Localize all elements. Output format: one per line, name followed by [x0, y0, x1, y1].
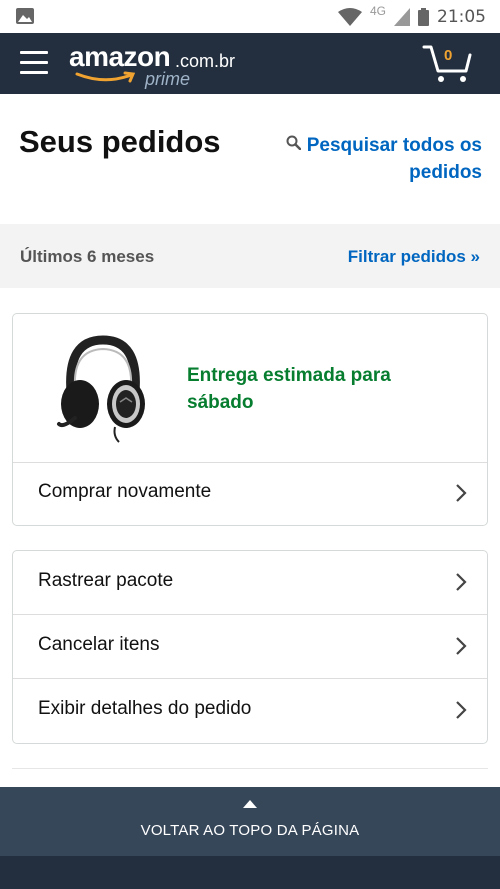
- buy-again-row[interactable]: Comprar novamente: [13, 462, 487, 525]
- footer-bar: [0, 856, 500, 889]
- status-bar: 4G 21:05: [0, 0, 500, 33]
- buy-again-label: Comprar novamente: [38, 481, 212, 502]
- order-details-row[interactable]: Exibir detalhes do pedido: [13, 679, 487, 742]
- delivery-status: Entrega estimada para sábado: [187, 365, 391, 413]
- battery-icon: [418, 7, 429, 26]
- amazon-prime-logo[interactable]: amazon .com.br prime: [69, 41, 249, 89]
- headset-product-image[interactable]: [53, 332, 153, 444]
- logo-prime: prime: [145, 69, 191, 89]
- page-title: Seus pedidos: [19, 124, 221, 159]
- chevron-right-icon: [456, 573, 467, 591]
- filter-orders-link[interactable]: Filtrar pedidos »: [348, 247, 480, 267]
- cancel-items-label: Cancelar itens: [38, 634, 160, 655]
- order-actions-card: Rastrear pacote Cancelar itens Exibir de…: [12, 550, 488, 744]
- filter-bar: Últimos 6 meses Filtrar pedidos »: [0, 224, 500, 288]
- network-type: 4G: [369, 3, 386, 18]
- chevron-right-icon: [456, 701, 467, 719]
- app-header: amazon .com.br prime 0: [0, 33, 500, 94]
- track-package-row[interactable]: Rastrear pacote: [13, 551, 487, 615]
- image-notification-icon: [16, 8, 34, 24]
- track-package-label: Rastrear pacote: [38, 570, 174, 591]
- smile-arrow-icon: [75, 71, 136, 83]
- signal-icon: [394, 7, 410, 26]
- chevron-right-icon: [456, 484, 467, 502]
- search-all-orders-link[interactable]: Pesquisar todos os pedidos: [277, 132, 482, 186]
- wifi-icon: [337, 7, 362, 26]
- back-to-top-label: VOLTAR AO TOPO DA PÁGINA: [140, 822, 360, 839]
- search-icon: [286, 135, 301, 150]
- cart-button[interactable]: 0: [422, 43, 474, 85]
- clock: 21:05: [437, 6, 486, 27]
- cancel-items-row[interactable]: Cancelar itens: [13, 615, 487, 679]
- search-all-label: Pesquisar todos os pedidos: [306, 135, 482, 183]
- cart-count: 0: [444, 47, 453, 64]
- chevron-right-icon: [456, 637, 467, 655]
- period-label: Últimos 6 meses: [20, 247, 155, 266]
- divider: [12, 768, 488, 769]
- back-to-top-button[interactable]: VOLTAR AO TOPO DA PÁGINA: [0, 787, 500, 856]
- order-card: Entrega estimada para sábado Comprar nov…: [12, 313, 488, 526]
- menu-icon[interactable]: [20, 51, 48, 75]
- caret-up-icon: [243, 800, 257, 808]
- order-details-label: Exibir detalhes do pedido: [38, 698, 252, 719]
- order-item[interactable]: Entrega estimada para sábado: [13, 314, 487, 463]
